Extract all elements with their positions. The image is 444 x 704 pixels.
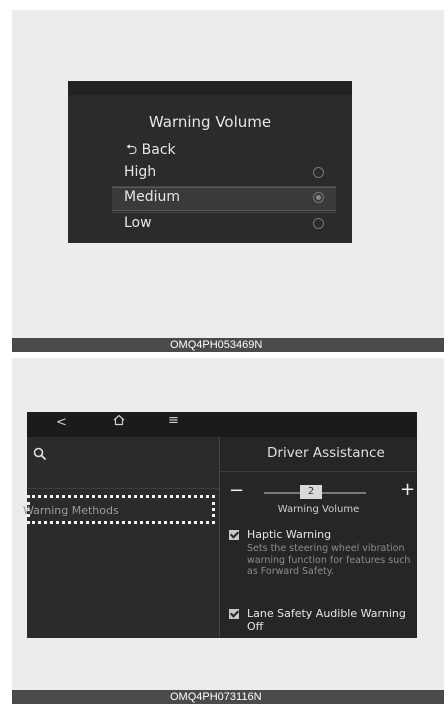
popup-title: Warning Volume [148, 113, 272, 131]
option-label: Low [124, 215, 152, 231]
settings-detail: Driver Assistance − 2 + Warning Volume H… [220, 437, 417, 638]
volume-label: Warning Volume [277, 504, 360, 515]
back-button[interactable]: ⮌ Back [126, 139, 176, 163]
figure-caption: OMQ4PH073116N [170, 691, 262, 703]
lane-safety-checkbox[interactable] [229, 609, 239, 619]
option-label: Medium [124, 189, 180, 205]
radio-button[interactable] [313, 167, 324, 178]
divider [27, 488, 220, 489]
volume-increase-button[interactable]: + [400, 479, 415, 500]
sidebar-item-warning-methods[interactable]: Warning Methods [23, 504, 119, 517]
radio-button[interactable] [313, 218, 324, 229]
driver-assistance-screen: < ≡ Warning Methods Driver Assistance − … [23, 412, 417, 638]
top-bar: < ≡ [27, 412, 417, 437]
volume-slider-thumb[interactable]: 2 [300, 485, 322, 499]
radio-button-selected[interactable] [313, 192, 324, 203]
back-label: Back [141, 142, 176, 158]
caption-bar-top: OMQ4PH053469N [12, 338, 444, 352]
search-icon[interactable] [33, 446, 47, 465]
page-title: Driver Assistance [267, 445, 385, 461]
haptic-warning-description: Sets the steering wheel vibration warnin… [247, 543, 411, 577]
back-arrow-icon: ⮌ [126, 142, 138, 158]
option-label: High [124, 164, 157, 180]
divider [220, 471, 417, 472]
figure-caption: OMQ4PH053469N [170, 339, 263, 351]
volume-decrease-button[interactable]: − [229, 480, 244, 501]
haptic-warning-checkbox[interactable] [229, 530, 239, 540]
settings-sidebar: Warning Methods [23, 437, 220, 638]
chevron-left-icon[interactable]: < [56, 415, 67, 430]
option-medium[interactable]: Medium [112, 187, 336, 211]
menu-icon[interactable]: ≡ [168, 413, 179, 428]
lane-safety-label: Lane Safety Audible Warning Off [247, 607, 406, 633]
home-icon[interactable] [113, 414, 125, 430]
divider [112, 212, 336, 213]
warning-volume-popup: Warning Volume ⮌ Back High Medium Low [68, 81, 352, 243]
option-high[interactable]: High [112, 163, 336, 185]
haptic-warning-label: Haptic Warning [247, 528, 332, 541]
caption-bar-bottom: OMQ4PH073116N [12, 690, 444, 704]
option-low[interactable]: Low [112, 214, 336, 236]
